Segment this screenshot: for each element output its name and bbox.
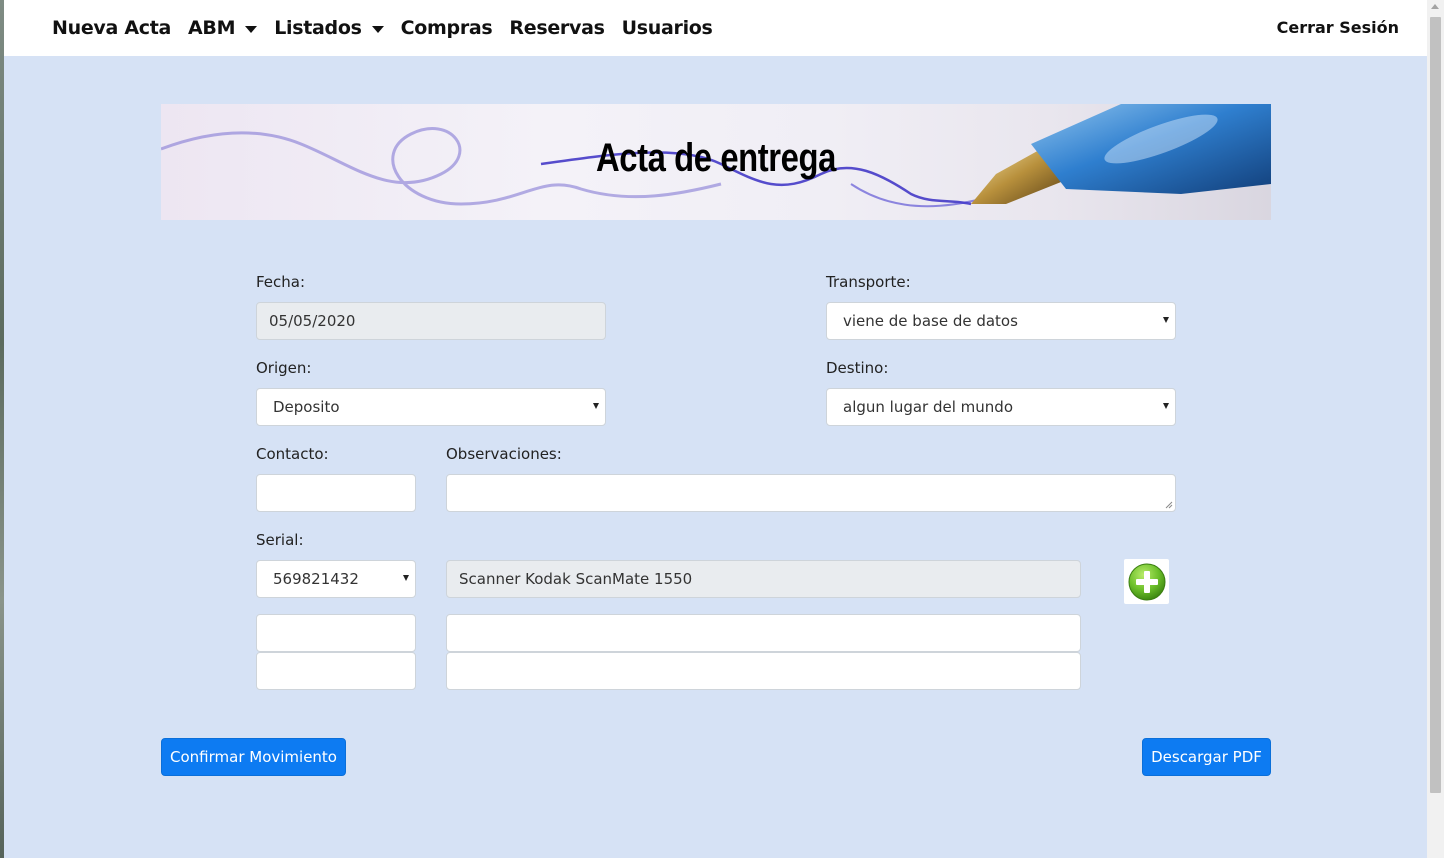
chevron-down-icon [1163,317,1169,323]
item-description-value: Scanner Kodak ScanMate 1550 [459,570,693,588]
chevron-down-icon [593,403,599,409]
scrollbar-thumb[interactable] [1430,17,1441,793]
navbar: Nueva Acta ABM Listados Compras Reservas… [4,0,1427,56]
download-pdf-button[interactable]: Descargar PDF [1142,738,1271,776]
transporte-select[interactable]: viene de base de datos [826,302,1176,340]
origen-label: Origen: [256,359,312,377]
fecha-label: Fecha: [256,273,306,291]
destino-select[interactable]: algun lugar del mundo [826,388,1176,426]
nav-menu: Nueva Acta ABM Listados Compras Reservas… [52,17,730,39]
page: Nueva Acta ABM Listados Compras Reservas… [4,0,1427,858]
item-description-field-3[interactable] [446,652,1081,690]
confirm-movement-button[interactable]: Confirmar Movimiento [161,738,346,776]
transporte-value: viene de base de datos [843,312,1018,330]
serial-input-2[interactable] [256,614,416,652]
destino-value: algun lugar del mundo [843,398,1013,416]
contacto-field[interactable] [256,474,416,512]
item-description-field[interactable]: Scanner Kodak ScanMate 1550 [446,560,1081,598]
chevron-down-icon [1163,403,1169,409]
scroll-up-arrow-icon[interactable] [1431,4,1439,9]
resize-handle-icon[interactable] [1165,501,1173,509]
fecha-field[interactable]: 05/05/2020 [256,302,606,340]
transporte-label: Transporte: [826,273,911,291]
chevron-down-icon [403,575,409,581]
serial-value: 569821432 [273,570,359,588]
add-item-button[interactable] [1124,559,1169,604]
origen-select[interactable]: Deposito [256,388,606,426]
observaciones-label: Observaciones: [446,445,562,463]
item-description-field-2[interactable] [446,614,1081,652]
caret-down-icon [371,25,384,33]
fecha-value: 05/05/2020 [269,312,356,330]
logout-link[interactable]: Cerrar Sesión [1277,18,1399,37]
header-banner: Acta de entrega [161,104,1271,220]
nav-reservas[interactable]: Reservas [509,17,605,39]
caret-down-icon [245,25,258,33]
nav-listados-dropdown[interactable]: Listados [274,17,384,39]
nav-compras[interactable]: Compras [401,17,493,39]
plus-circle-icon [1128,563,1165,600]
serial-select[interactable]: 569821432 [256,560,416,598]
nav-abm-dropdown[interactable]: ABM [188,17,258,39]
observaciones-textarea[interactable] [446,474,1176,512]
nav-nueva-acta[interactable]: Nueva Acta [52,17,171,39]
vertical-scrollbar[interactable] [1427,0,1444,858]
contacto-label: Contacto: [256,445,329,463]
serial-label: Serial: [256,531,304,549]
serial-input-3[interactable] [256,652,416,690]
banner-title: Acta de entrega [596,136,836,180]
destino-label: Destino: [826,359,889,377]
nav-usuarios[interactable]: Usuarios [622,17,713,39]
origen-value: Deposito [273,398,340,416]
